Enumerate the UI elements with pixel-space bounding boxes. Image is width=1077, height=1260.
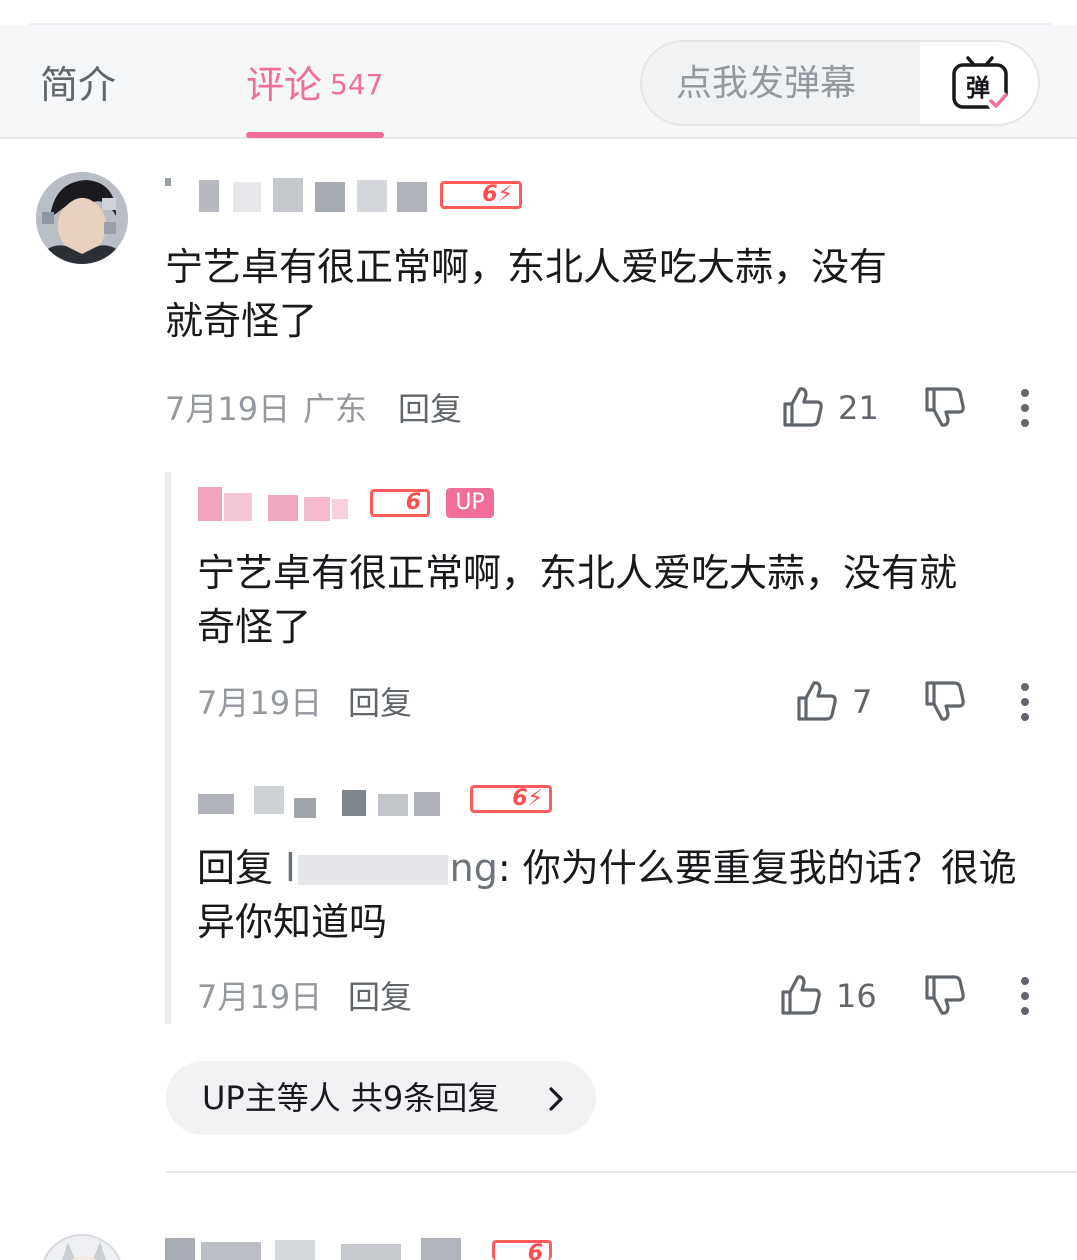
tab-comments-label: 评论 xyxy=(246,63,323,107)
dislike-button[interactable] xyxy=(922,678,968,728)
tab-intro[interactable]: 简介 xyxy=(40,63,116,107)
level-badge: 6⚡ xyxy=(440,181,522,209)
mask-block xyxy=(273,178,303,212)
mask-block xyxy=(165,1238,195,1260)
more-options-button[interactable] xyxy=(1021,683,1033,728)
reply-prefix: 回复 xyxy=(197,846,274,890)
dislike-button[interactable] xyxy=(922,384,968,434)
mask-block xyxy=(275,1240,315,1260)
up-badge: UP xyxy=(446,488,494,518)
level-badge: 6 xyxy=(370,489,430,517)
like-count: 16 xyxy=(836,977,877,1015)
mask-block xyxy=(315,182,345,212)
reply-thread-bar xyxy=(165,472,171,1024)
mask-block xyxy=(224,493,252,521)
mask-block xyxy=(297,855,448,885)
reply-date: 7月19日 xyxy=(197,684,323,722)
more-dot xyxy=(1021,419,1029,427)
comments-count: 547 xyxy=(330,68,384,101)
view-more-replies-button[interactable]: UP主等人 共9条回复 xyxy=(166,1061,596,1135)
danmaku-toggle-icon: 弹 xyxy=(952,56,1009,112)
reply-target-tail: ng xyxy=(449,846,498,890)
avatar-image xyxy=(36,172,128,264)
more-dot xyxy=(1021,992,1029,1000)
tab-bar: 简介 评论 547 点我发弹幕 弹 xyxy=(0,25,1077,139)
more-options-button[interactable] xyxy=(1021,977,1033,1022)
level-value: 6 xyxy=(527,1241,543,1260)
thumbs-up-icon xyxy=(783,387,823,427)
mask-block xyxy=(233,182,261,212)
avatar-image xyxy=(42,1236,122,1260)
mask-block xyxy=(199,180,219,212)
mask-block xyxy=(201,1242,261,1260)
mask-block xyxy=(254,786,284,814)
like-button[interactable]: 21 xyxy=(780,384,880,432)
mask-block xyxy=(198,794,234,814)
thumbs-down-icon xyxy=(925,681,965,721)
comment-date: 7月19日 xyxy=(165,390,291,428)
thumbs-up-icon xyxy=(781,975,821,1015)
reply-username-masked[interactable] xyxy=(198,487,368,523)
mask-block xyxy=(268,495,298,521)
thumbs-down-icon xyxy=(925,975,965,1015)
like-button[interactable]: 16 xyxy=(778,972,880,1020)
reply-text: 宁艺卓有很正常啊，东北人爱吃大蒜，没有就 奇怪了 xyxy=(197,551,958,649)
more-dot xyxy=(1021,977,1029,985)
thumbs-up-icon xyxy=(797,681,837,721)
danmaku-input[interactable]: 点我发弹幕 xyxy=(676,62,856,106)
level-badge: 6⚡ xyxy=(470,785,552,813)
reply-target-masked[interactable]: l ng xyxy=(285,846,498,890)
avatar[interactable] xyxy=(36,172,128,264)
danmaku-input-pill[interactable]: 点我发弹幕 弹 xyxy=(640,40,1040,126)
mask-block xyxy=(397,182,427,212)
like-button[interactable]: 7 xyxy=(794,678,880,726)
tab-active-indicator xyxy=(246,132,384,138)
mask-block xyxy=(342,790,366,816)
level-badge: 6 xyxy=(492,1240,552,1260)
like-count: 21 xyxy=(838,389,879,427)
reply-button[interactable]: 回复 xyxy=(398,389,462,429)
more-options-button[interactable] xyxy=(1021,389,1033,434)
mask-block xyxy=(414,792,440,816)
comment-location: 广东 xyxy=(303,390,368,428)
dislike-button[interactable] xyxy=(922,972,968,1022)
reply-button[interactable]: 回复 xyxy=(348,683,412,723)
more-dot xyxy=(1021,713,1029,721)
mask-block xyxy=(357,180,387,212)
comment-divider xyxy=(166,1171,1077,1173)
danmaku-glyph: 弹 xyxy=(966,74,990,102)
danmaku-toggle-button[interactable]: 弹 xyxy=(920,42,1038,124)
avatar[interactable] xyxy=(40,1234,124,1260)
mask-block xyxy=(198,487,222,521)
more-dot xyxy=(1021,1007,1029,1015)
mask-block xyxy=(165,178,171,186)
more-dot xyxy=(1021,389,1029,397)
username-masked[interactable] xyxy=(165,1236,475,1260)
mask-block xyxy=(332,499,348,519)
like-count: 7 xyxy=(852,683,873,721)
username-masked[interactable] xyxy=(165,178,435,214)
mask-block xyxy=(421,1238,461,1260)
more-dot xyxy=(1021,698,1029,706)
reply-date: 7月19日 xyxy=(197,978,323,1016)
mask-block xyxy=(378,794,408,816)
level-value: 6 xyxy=(512,786,528,811)
thumbs-down-icon xyxy=(925,387,965,427)
mask-block xyxy=(341,1244,401,1260)
reply-button[interactable]: 回复 xyxy=(348,977,412,1017)
comment-text: 宁艺卓有很正常啊，东北人爱吃大蒜，没有 就奇怪了 xyxy=(165,245,888,343)
tab-comments[interactable]: 评论 547 xyxy=(246,63,383,107)
view-more-replies-label: UP主等人 共9条回复 xyxy=(202,1079,500,1117)
level-value: 6 xyxy=(482,182,498,207)
reply-text: 回复 l ng: 你为什么要重复我的话？很诡 异你知道吗 xyxy=(197,841,1057,949)
mask-block xyxy=(294,798,316,818)
mask-block xyxy=(304,497,330,521)
chevron-right-icon xyxy=(549,1087,563,1111)
more-dot xyxy=(1021,683,1029,691)
top-strip xyxy=(0,0,1077,25)
more-dot xyxy=(1021,404,1029,412)
reply-username-masked[interactable] xyxy=(198,784,448,820)
level-value: 6 xyxy=(405,490,421,515)
